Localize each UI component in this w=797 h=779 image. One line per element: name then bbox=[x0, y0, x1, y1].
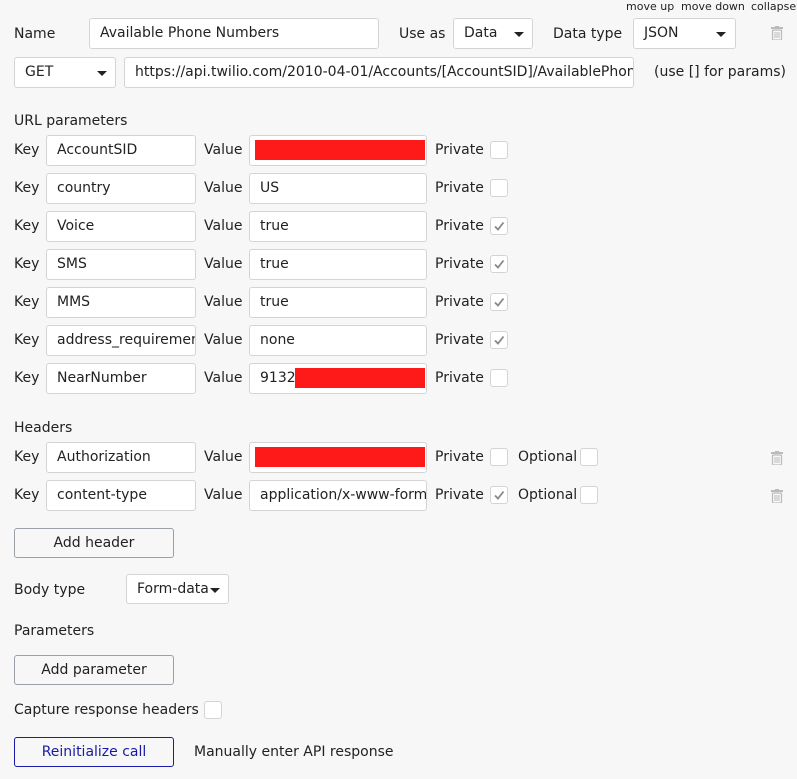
value-label: Value bbox=[204, 487, 243, 503]
redaction-block bbox=[255, 447, 425, 467]
value-input[interactable]: true bbox=[249, 211, 427, 242]
trash-icon[interactable] bbox=[771, 489, 783, 507]
private-label: Private bbox=[435, 256, 484, 272]
private-label: Private bbox=[435, 449, 484, 465]
key-label: Key bbox=[14, 370, 40, 386]
private-checkbox[interactable] bbox=[490, 331, 508, 349]
checkmark-icon bbox=[494, 221, 505, 231]
key-label: Key bbox=[14, 294, 40, 310]
value-label: Value bbox=[204, 218, 243, 234]
value-input[interactable]: none bbox=[249, 325, 427, 356]
value-label: Value bbox=[204, 142, 243, 158]
redaction-block bbox=[295, 368, 425, 388]
key-label: Key bbox=[14, 332, 40, 348]
parameters-title: Parameters bbox=[14, 623, 95, 639]
value-label: Value bbox=[204, 294, 243, 310]
use-as-dropdown[interactable]: Data bbox=[453, 18, 533, 49]
optional-checkbox[interactable] bbox=[580, 486, 598, 504]
body-type-label: Body type bbox=[14, 582, 86, 598]
checkmark-icon bbox=[494, 490, 505, 500]
body-type-dropdown[interactable]: Form-data bbox=[126, 574, 229, 604]
value-label: Value bbox=[204, 370, 243, 386]
key-input[interactable]: NearNumber bbox=[46, 363, 196, 394]
key-input[interactable]: MMS bbox=[46, 287, 196, 318]
chevron-down-icon bbox=[716, 32, 726, 37]
private-label: Private bbox=[435, 218, 484, 234]
add-header-button[interactable]: Add header bbox=[14, 528, 174, 558]
use-as-value: Data bbox=[464, 25, 498, 41]
value-input[interactable]: true bbox=[249, 249, 427, 280]
private-checkbox[interactable] bbox=[490, 293, 508, 311]
checkmark-icon bbox=[494, 297, 505, 307]
private-checkbox[interactable] bbox=[490, 217, 508, 235]
url-hint: (use [] for params) bbox=[654, 64, 786, 80]
private-checkbox[interactable] bbox=[490, 369, 508, 387]
url-parameters-title: URL parameters bbox=[14, 113, 128, 129]
key-label: Key bbox=[14, 256, 40, 272]
chevron-down-icon bbox=[210, 588, 220, 593]
private-checkbox[interactable] bbox=[490, 141, 508, 159]
trash-icon[interactable] bbox=[771, 26, 783, 40]
key-label: Key bbox=[14, 142, 40, 158]
trash-icon[interactable] bbox=[771, 451, 783, 469]
key-label: Key bbox=[14, 180, 40, 196]
optional-label: Optional bbox=[518, 449, 578, 465]
chevron-down-icon bbox=[97, 71, 107, 76]
private-checkbox[interactable] bbox=[490, 179, 508, 197]
headers-title: Headers bbox=[14, 420, 73, 436]
key-input[interactable]: content-type bbox=[46, 480, 196, 511]
collapse-link[interactable]: collapse bbox=[751, 1, 796, 13]
value-label: Value bbox=[204, 449, 243, 465]
private-label: Private bbox=[435, 487, 484, 503]
method-dropdown[interactable]: GET bbox=[14, 57, 116, 88]
capture-response-headers-checkbox[interactable] bbox=[204, 701, 222, 719]
body-type-value: Form-data bbox=[137, 581, 209, 597]
value-input[interactable]: application/x-www-form-urlencoded bbox=[249, 480, 427, 511]
name-label: Name bbox=[14, 26, 56, 42]
private-label: Private bbox=[435, 142, 484, 158]
key-input[interactable]: Authorization bbox=[46, 442, 196, 473]
value-input[interactable]: US bbox=[249, 173, 427, 204]
private-checkbox[interactable] bbox=[490, 255, 508, 273]
checkmark-icon bbox=[494, 259, 505, 269]
chevron-down-icon bbox=[514, 32, 524, 37]
private-checkbox[interactable] bbox=[490, 486, 508, 504]
add-parameter-button[interactable]: Add parameter bbox=[14, 655, 174, 685]
optional-checkbox[interactable] bbox=[580, 448, 598, 466]
checkmark-icon bbox=[494, 335, 505, 345]
data-type-dropdown[interactable]: JSON bbox=[633, 18, 736, 49]
private-checkbox[interactable] bbox=[490, 448, 508, 466]
private-label: Private bbox=[435, 294, 484, 310]
data-type-value: JSON bbox=[644, 25, 679, 41]
call-name-input[interactable]: Available Phone Numbers bbox=[89, 18, 379, 49]
move-up-link[interactable]: move up bbox=[626, 1, 674, 13]
capture-response-headers-label: Capture response headers bbox=[14, 702, 199, 718]
key-label: Key bbox=[14, 449, 40, 465]
private-label: Private bbox=[435, 180, 484, 196]
key-input[interactable]: Voice bbox=[46, 211, 196, 242]
reinitialize-call-button[interactable]: Reinitialize call bbox=[14, 737, 174, 767]
key-input[interactable]: address_requirements bbox=[46, 325, 196, 356]
value-label: Value bbox=[204, 332, 243, 348]
method-value: GET bbox=[25, 64, 54, 80]
move-down-link[interactable]: move down bbox=[681, 1, 745, 13]
value-label: Value bbox=[204, 180, 243, 196]
use-as-label: Use as bbox=[399, 26, 446, 42]
data-type-label: Data type bbox=[553, 26, 623, 42]
private-label: Private bbox=[435, 370, 484, 386]
redaction-block bbox=[255, 140, 425, 160]
optional-label: Optional bbox=[518, 487, 578, 503]
key-label: Key bbox=[14, 487, 40, 503]
value-label: Value bbox=[204, 256, 243, 272]
key-input[interactable]: AccountSID bbox=[46, 135, 196, 166]
key-label: Key bbox=[14, 218, 40, 234]
value-input[interactable]: true bbox=[249, 287, 427, 318]
manual-api-response-link[interactable]: Manually enter API response bbox=[194, 742, 393, 762]
private-label: Private bbox=[435, 332, 484, 348]
key-input[interactable]: country bbox=[46, 173, 196, 204]
key-input[interactable]: SMS bbox=[46, 249, 196, 280]
url-input[interactable]: https://api.twilio.com/2010-04-01/Accoun… bbox=[124, 57, 634, 88]
